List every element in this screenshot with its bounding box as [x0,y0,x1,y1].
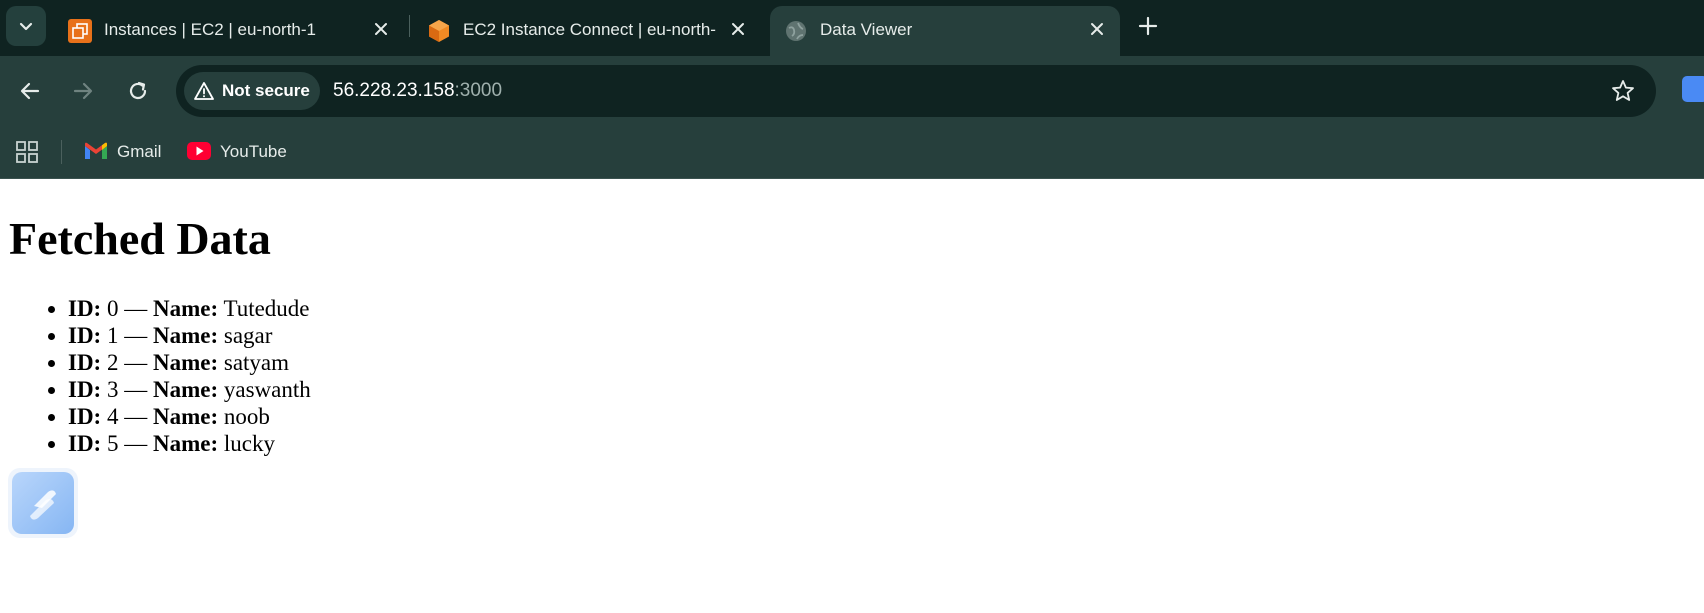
id-label: ID: [68,296,102,321]
item-id: 4 [106,404,119,429]
navigation-toolbar: Not secure 56.228.23.158:3000 [0,56,1704,126]
id-label: ID: [68,350,102,375]
id-label: ID: [68,323,102,348]
chevron-down-icon [19,22,33,31]
name-label: Name: [152,350,219,375]
extension-floating-button[interactable] [8,468,78,538]
tab-divider [409,15,410,37]
bookmark-star-icon[interactable] [1610,78,1636,104]
list-item: ID: 4 — Name: noob [68,403,311,430]
name-label: Name: [152,404,219,429]
item-name: yaswanth [223,377,311,402]
bookmark-label: Gmail [117,142,162,161]
gmail-icon [85,142,107,159]
reload-icon[interactable] [124,77,152,105]
youtube-icon [187,142,211,160]
security-label: Not secure [222,81,310,100]
new-tab-plus-icon[interactable] [1136,14,1160,38]
close-icon[interactable] [372,20,390,38]
list-item: ID: 2 — Name: satyam [68,349,311,376]
tab-title: Data Viewer [820,20,913,39]
item-id: 2 [106,350,119,375]
separator: — [124,296,148,321]
separator: — [124,377,148,402]
aws-ec2-cube-icon [429,20,449,42]
url-text[interactable]: 56.228.23.158:3000 [333,79,502,103]
warning-triangle-icon [194,82,214,100]
name-label: Name: [152,296,219,321]
translate-icon[interactable] [1682,76,1704,102]
forward-arrow-icon[interactable] [69,77,97,105]
item-name: satyam [223,350,290,375]
page-title: Fetched Data [9,213,271,264]
separator: — [124,431,148,456]
close-icon[interactable] [1088,20,1106,38]
name-label: Name: [152,377,219,402]
item-id: 0 [106,296,119,321]
bookmarks-bar: Gmail YouTube [0,126,1704,179]
item-id: 3 [106,377,119,402]
item-name: sagar [223,323,273,348]
extension-logo-icon [12,472,74,534]
slash-logo-icon [30,490,56,520]
site-info-chip[interactable]: Not secure [184,72,320,110]
item-name: Tutedude [223,296,310,321]
separator: — [124,350,148,375]
tab-title: Instances | EC2 | eu-north-1 [104,20,316,39]
url-port: :3000 [454,80,503,101]
list-item: ID: 1 — Name: sagar [68,322,311,349]
separator: — [124,404,148,429]
list-item: ID: 5 — Name: lucky [68,430,311,457]
tab-strip: Instances | EC2 | eu-north-1 EC2 Instanc… [0,0,1704,56]
address-bar[interactable]: Not secure 56.228.23.158:3000 [176,65,1656,117]
aws-ec2-instances-icon [68,19,92,43]
name-label: Name: [152,431,219,456]
globe-icon [786,21,806,41]
bookmark-label: YouTube [220,142,287,161]
id-label: ID: [68,404,102,429]
tab-data-viewer[interactable]: Data Viewer [770,6,1120,56]
list-item: ID: 0 — Name: Tutedude [68,295,311,322]
back-arrow-icon[interactable] [16,77,44,105]
bookmark-youtube[interactable]: YouTube [187,139,297,165]
separator: — [124,323,148,348]
id-label: ID: [68,377,102,402]
url-host: 56.228.23.158 [333,80,455,101]
data-list: ID: 0 — Name: Tutedude ID: 1 — Name: sag… [28,295,311,457]
tab-instance-connect[interactable]: EC2 Instance Connect | eu-north-1 [413,6,761,52]
close-icon[interactable] [729,20,747,38]
page-content: Fetched Data ID: 0 — Name: Tutedude ID: … [0,179,1704,613]
name-label: Name: [152,323,219,348]
id-label: ID: [68,431,102,456]
item-name: lucky [223,431,275,456]
list-item: ID: 3 — Name: yaswanth [68,376,311,403]
apps-grid-icon[interactable] [15,140,39,164]
bookmark-gmail[interactable]: Gmail [84,139,174,165]
item-id: 5 [106,431,119,456]
tab-instances[interactable]: Instances | EC2 | eu-north-1 [54,6,404,52]
tab-title: EC2 Instance Connect | eu-north-1 [463,20,717,39]
tab-search-button[interactable] [6,6,46,46]
bookmarks-divider [61,140,62,164]
item-name: noob [223,404,270,429]
item-id: 1 [106,323,119,348]
